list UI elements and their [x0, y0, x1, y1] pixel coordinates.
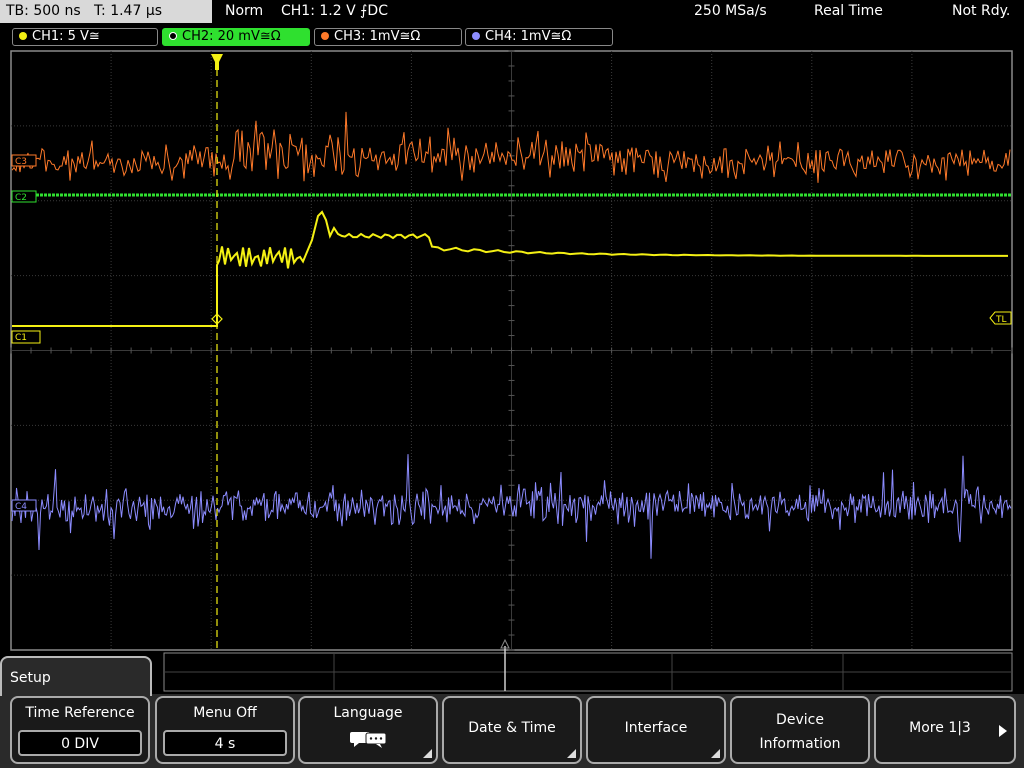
channel-2-marker-text: C2 — [15, 193, 27, 203]
waveform-display[interactable]: C3 C2 C1 C4 TL — [0, 50, 1024, 694]
menu-off-value[interactable]: 4 s — [163, 730, 287, 756]
language-label: Language — [333, 705, 403, 721]
trigger-mode: Norm — [225, 3, 264, 19]
submenu-indicator-icon — [711, 749, 720, 758]
channel-4-label[interactable]: CH4: 1mV≅Ω — [465, 28, 613, 46]
interface-label: Interface — [624, 720, 688, 736]
channel-1-text: CH1: 5 V≅ — [32, 29, 100, 44]
device-information-line1: Device — [776, 712, 824, 728]
channel-1-marker-text: C1 — [15, 333, 27, 343]
channel-4-text: CH4: 1mV≅Ω — [485, 29, 572, 44]
speech-bubbles-icon — [350, 732, 387, 748]
submenu-indicator-icon — [567, 749, 576, 758]
channel-2-label[interactable]: CH2: 20 mV≅Ω — [162, 28, 310, 46]
trigger-state: Not Rdy. — [952, 3, 1011, 19]
menu-off-button[interactable]: Menu Off 4 s — [155, 696, 295, 764]
menu-off-label: Menu Off — [193, 705, 257, 721]
date-time-button[interactable]: Date & Time — [442, 696, 582, 764]
device-information-line2: Information — [759, 736, 841, 752]
acquisition-mode: Real Time — [814, 3, 883, 19]
channel-4-ground-marker[interactable]: C4 — [11, 499, 37, 512]
channel-2-ground-marker[interactable]: C2 — [11, 190, 37, 203]
channel-1-ground-marker[interactable]: C1 — [11, 330, 41, 344]
channel-3-label[interactable]: CH3: 1mV≅Ω — [314, 28, 462, 46]
channel-1-dot-icon — [19, 32, 27, 40]
trigger-setting: CH1: 1.2 V ⨍DC — [281, 3, 388, 19]
device-information-button[interactable]: Device Information — [730, 696, 870, 764]
channel-3-text: CH3: 1mV≅Ω — [334, 29, 421, 44]
interface-button[interactable]: Interface — [586, 696, 726, 764]
more-label: More 1|3 — [909, 720, 971, 736]
channel-2-text: CH2: 20 mV≅Ω — [182, 29, 281, 44]
channel-4-marker-text: C4 — [15, 502, 27, 512]
menu-title: Setup — [0, 656, 152, 696]
time-reference-value[interactable]: 0 DIV — [18, 730, 142, 756]
channel-3-marker-text: C3 — [15, 157, 27, 167]
language-button[interactable]: Language — [298, 696, 438, 764]
channel-2-dot-icon — [169, 32, 177, 40]
channel-1-label[interactable]: CH1: 5 V≅ — [12, 28, 158, 46]
timebase-readout[interactable]: TB: 500 ns T: 1.47 µs — [0, 0, 212, 23]
channel-3-dot-icon — [321, 32, 329, 40]
sample-rate: 250 MSa/s — [694, 3, 767, 19]
play-arrow-icon — [999, 725, 1007, 737]
date-time-label: Date & Time — [468, 720, 556, 736]
more-button[interactable]: More 1|3 — [874, 696, 1016, 764]
time-reference-label: Time Reference — [25, 705, 135, 721]
status-bar: TB: 500 ns T: 1.47 µs Norm CH1: 1.2 V ⨍D… — [0, 0, 1024, 24]
channel-4-dot-icon — [472, 32, 480, 40]
time-reference-button[interactable]: Time Reference 0 DIV — [10, 696, 150, 764]
trigger-level-text: TL — [995, 315, 1007, 325]
channel-bar: CH1: 5 V≅ CH2: 20 mV≅Ω CH3: 1mV≅Ω CH4: 1… — [0, 26, 1024, 48]
softkey-menu: Setup Time Reference 0 DIV Menu Off 4 s … — [0, 656, 1024, 768]
channel-3-ground-marker[interactable]: C3 — [11, 154, 37, 167]
submenu-indicator-icon — [423, 749, 432, 758]
